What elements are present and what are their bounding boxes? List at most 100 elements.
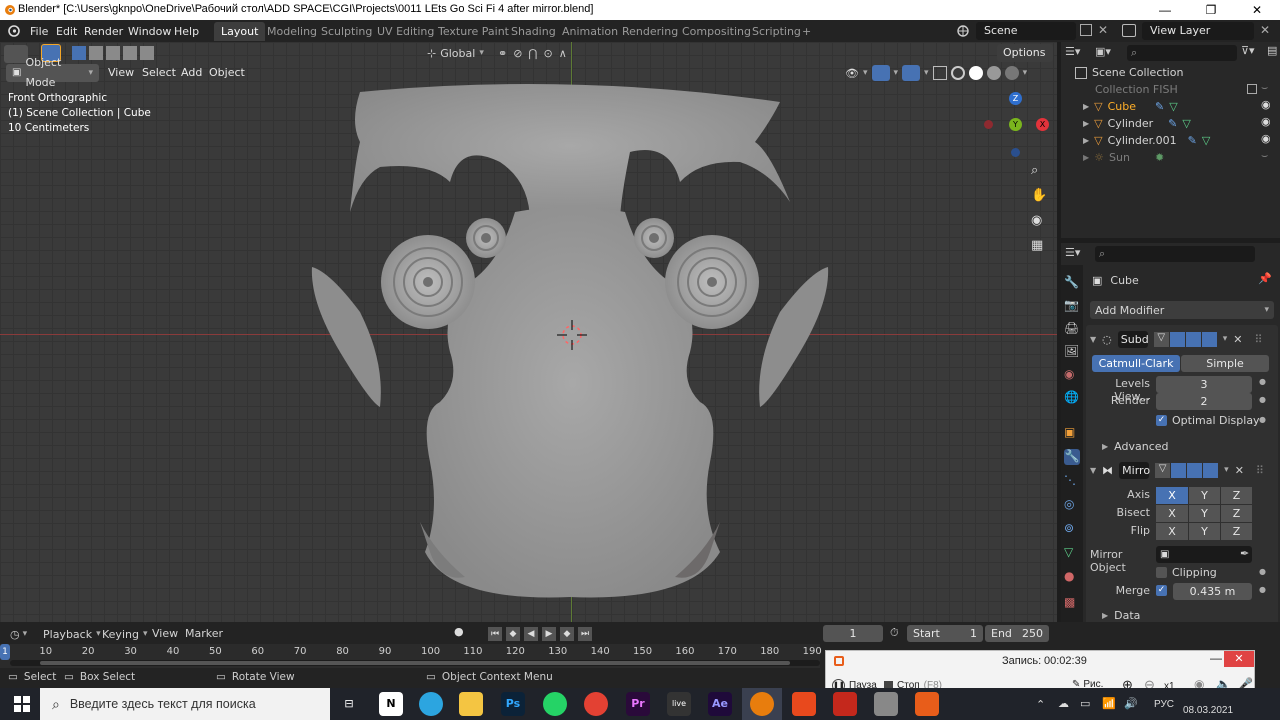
remove-modifier-icon[interactable]: ✕ <box>1233 333 1242 346</box>
clipping-checkbox[interactable] <box>1156 567 1167 578</box>
3d-cursor-icon[interactable] <box>555 318 589 352</box>
viewport-menu-object[interactable]: Object <box>205 65 249 81</box>
menu-edit[interactable]: Edit <box>52 24 81 40</box>
snap-icon[interactable]: ⊘ <box>513 47 522 60</box>
playback-menu[interactable]: Playback ▾ <box>43 625 101 643</box>
tool-tab-icon[interactable]: 🔧 <box>1064 275 1080 291</box>
hide-icon[interactable]: ⌣ <box>1261 149 1268 163</box>
solid-shading-icon[interactable] <box>968 66 983 80</box>
filter-icon[interactable]: ⊽▾ <box>1241 44 1255 57</box>
select-extend-icon[interactable] <box>89 46 103 60</box>
keyframe-dot-icon[interactable]: ● <box>1259 377 1266 386</box>
viewport-toggle-icon[interactable] <box>1185 331 1201 347</box>
advanced-subpanel[interactable]: ▶ Advanced <box>1102 440 1169 453</box>
menu-help[interactable]: Help <box>170 24 203 40</box>
neg-z-axis-icon[interactable] <box>1011 148 1020 157</box>
merge-distance-field[interactable]: 0.435 m <box>1173 583 1252 600</box>
timeline-view-menu[interactable]: View <box>152 627 178 640</box>
physics-tab-icon[interactable]: ◎ <box>1064 497 1080 513</box>
gizmo-toggle-icon[interactable] <box>871 65 890 81</box>
maximize-button[interactable]: ❐ <box>1188 0 1234 20</box>
render-tab-icon[interactable]: 📷 <box>1064 298 1080 314</box>
remove-modifier-icon[interactable]: ✕ <box>1235 464 1244 477</box>
tray-language[interactable]: РУС <box>1154 699 1174 710</box>
on-cage-toggle-icon[interactable] <box>1169 331 1185 347</box>
render-levels-field[interactable]: 2 <box>1156 393 1252 410</box>
editor-type-icon[interactable]: ☰▾ <box>1065 45 1087 61</box>
current-frame-field[interactable]: 1 <box>823 625 883 642</box>
visibility-icon[interactable]: 👁 <box>845 67 859 80</box>
flip-x-toggle[interactable]: X <box>1156 523 1188 540</box>
tray-network-icon[interactable]: 📶 <box>1102 697 1116 710</box>
y-axis-icon[interactable]: Y <box>1009 118 1022 131</box>
keyframe-dot-icon[interactable]: ● <box>1259 415 1266 424</box>
scene-name-field[interactable]: Scene <box>976 22 1076 40</box>
editor-type-icon[interactable]: ☰▾ <box>1065 246 1087 262</box>
telegram-app-icon[interactable] <box>419 692 443 716</box>
hide-icon[interactable]: ⌣ <box>1261 81 1268 95</box>
exclude-checkbox[interactable] <box>1247 84 1257 94</box>
tray-date[interactable]: 08.03.2021 <box>1183 705 1233 716</box>
pivot-icon[interactable]: ⚭ <box>498 47 507 60</box>
view-layer-icon[interactable] <box>1122 24 1136 37</box>
chrome-app-icon[interactable] <box>584 692 608 716</box>
scrollbar-thumb[interactable] <box>40 661 790 665</box>
jump-start-icon[interactable]: ⏮ <box>488 627 502 641</box>
menu-file[interactable]: File <box>26 24 52 40</box>
frame-end-field[interactable]: End 250 <box>985 625 1049 642</box>
outliner-scene-collection[interactable]: Scene Collection <box>1061 64 1280 81</box>
stopwatch-icon[interactable]: ⏱ <box>890 626 899 640</box>
select-subtract-icon[interactable] <box>106 46 120 60</box>
camera-icon[interactable]: ◉ <box>1031 213 1049 231</box>
minimize-button[interactable]: — <box>1142 0 1188 20</box>
tab-shading[interactable]: Shading <box>504 22 563 41</box>
pin-icon[interactable]: 📌 <box>1258 272 1272 285</box>
keyframe-dot-icon[interactable]: ● <box>1259 585 1266 594</box>
play-icon[interactable]: ▶ <box>542 627 556 641</box>
clipping-row[interactable]: Clipping <box>1156 566 1217 579</box>
expand-arrow-icon[interactable]: ▶ <box>1102 442 1108 451</box>
view-layer-tab-icon[interactable]: 🖼 <box>1064 344 1080 360</box>
play-reverse-icon[interactable]: ◀ <box>524 627 538 641</box>
task-view-icon[interactable]: ⊟ <box>337 692 361 716</box>
render-toggle-icon[interactable] <box>1201 331 1217 347</box>
edit-mode-toggle-icon[interactable]: ▽ <box>1153 331 1169 347</box>
expand-arrow-icon[interactable]: ▶ <box>1083 98 1089 115</box>
zoom-icon[interactable]: ⌕ <box>1031 163 1049 181</box>
mirror-object-field[interactable]: ▣ <box>1156 546 1252 563</box>
outliner-item-cylinder-001[interactable]: ▶ ▽ Cylinder.001 ✎ ▽ <box>1061 132 1280 149</box>
drag-handle-icon[interactable]: ⠿ <box>1255 333 1263 346</box>
taskbar-search-box[interactable]: ⌕ Введите здесь текст для поиска <box>40 688 330 720</box>
jump-keyframe-back-icon[interactable]: ◆ <box>506 627 520 641</box>
collapse-arrow-icon[interactable]: ▼ <box>1090 335 1096 344</box>
properties-search-input[interactable]: ⌕ <box>1095 246 1255 262</box>
viewport-menu-view[interactable]: View <box>104 65 138 81</box>
hand-pan-icon[interactable]: ✋ <box>1031 188 1049 206</box>
perspective-grid-icon[interactable]: ▦ <box>1031 238 1049 256</box>
viewport-menu-add[interactable]: Add <box>177 65 206 81</box>
add-modifier-dropdown[interactable]: Add Modifier ▾ <box>1090 301 1274 319</box>
close-scene-icon[interactable]: ✕ <box>1098 23 1108 37</box>
recorder-app-icon[interactable] <box>915 692 939 716</box>
falloff-icon[interactable]: ∧ <box>559 47 567 60</box>
select-invert-icon[interactable] <box>123 46 137 60</box>
recorder-close-button[interactable]: ✕ <box>1224 651 1254 667</box>
jump-end-icon[interactable]: ⏭ <box>578 627 592 641</box>
world-tab-icon[interactable]: 🌐 <box>1064 390 1080 406</box>
axis-x-toggle[interactable]: X <box>1156 487 1188 504</box>
keying-menu[interactable]: Keying ▾ <box>102 625 147 643</box>
data-subpanel[interactable]: ▶ Data <box>1102 609 1140 622</box>
windows-start-icon[interactable] <box>14 696 30 712</box>
bisect-y-toggle[interactable]: Y <box>1189 505 1220 522</box>
z-axis-icon[interactable]: Z <box>1009 92 1022 105</box>
app-icon[interactable] <box>874 692 898 716</box>
file-explorer-icon[interactable] <box>459 692 483 716</box>
premiere-app-icon[interactable]: Pr <box>626 692 650 716</box>
simple-button[interactable]: Simple <box>1181 355 1269 372</box>
transform-pivot-icon[interactable] <box>4 45 28 63</box>
transform-orientation[interactable]: ⊹ Global ▾ <box>427 44 484 62</box>
scene-icon[interactable] <box>955 23 971 39</box>
optimal-display-checkbox[interactable]: ✓ <box>1156 415 1167 426</box>
view-layer-field[interactable]: View Layer <box>1142 22 1254 40</box>
notion-app-icon[interactable]: N <box>379 692 403 716</box>
